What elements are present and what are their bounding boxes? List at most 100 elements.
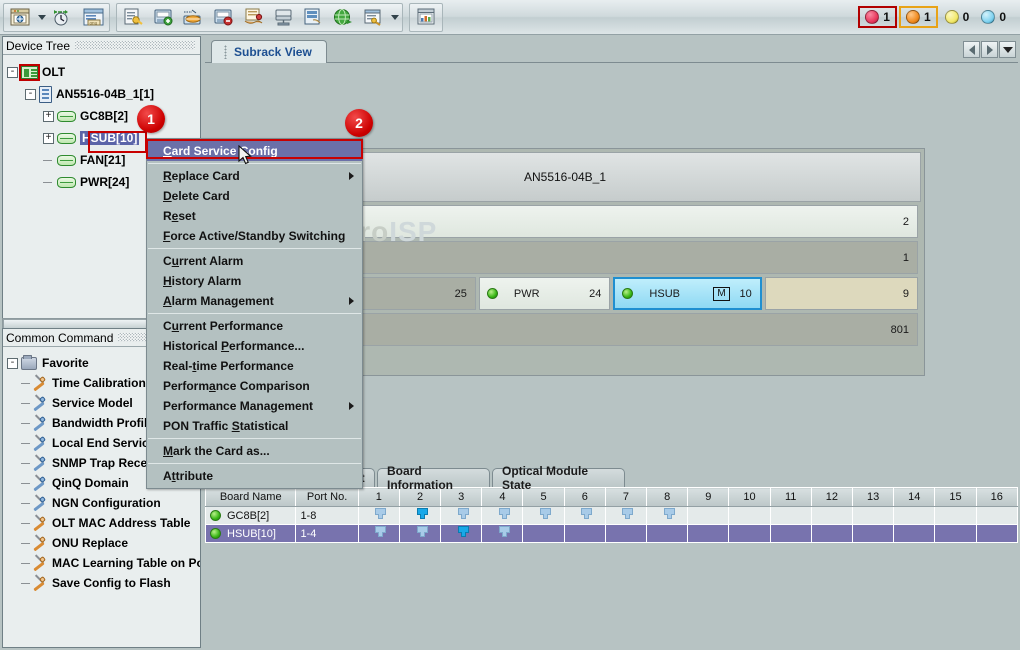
- port-table-header-12[interactable]: 12: [811, 488, 852, 507]
- critical-alarm-indicator[interactable]: 1: [858, 6, 897, 28]
- port-cell-3[interactable]: [441, 525, 482, 543]
- tree-line-spacer: [21, 443, 30, 444]
- port-table-header-9[interactable]: 9: [688, 488, 729, 507]
- port-table-header-13[interactable]: 13: [852, 488, 893, 507]
- context-menu-item-mark-the-card-as[interactable]: Mark the Card as...: [147, 441, 362, 461]
- subrack-slot-empty-9[interactable]: 9: [765, 277, 918, 310]
- context-menu-item-attribute[interactable]: Attribute: [147, 466, 362, 486]
- tab-list-button[interactable]: [999, 41, 1016, 58]
- subrack-slot-hsub[interactable]: HSUBM10: [613, 277, 761, 310]
- collapse-toggle-icon[interactable]: -: [25, 89, 36, 100]
- port-cell-8[interactable]: [647, 507, 688, 525]
- common-command-item-save-config-to-flash[interactable]: Save Config to Flash: [7, 573, 200, 593]
- context-menu-item-current-performance[interactable]: Current Performance: [147, 316, 362, 336]
- common-command-item-olt-mac-address-table[interactable]: OLT MAC Address Table: [7, 513, 200, 533]
- minor-alarm-indicator[interactable]: 0: [940, 8, 975, 26]
- port-table-header-port-no[interactable]: Port No.: [296, 488, 358, 507]
- network-discovery-icon[interactable]: [179, 4, 207, 30]
- context-menu-item-pon-traffic-statistical[interactable]: PON Traffic Statistical: [147, 416, 362, 436]
- port-connector-icon[interactable]: [457, 526, 470, 538]
- port-connector-icon[interactable]: [539, 508, 552, 520]
- port-connector-icon[interactable]: [580, 508, 593, 520]
- port-table-header-board-name[interactable]: Board Name: [206, 488, 296, 507]
- collapse-toggle-icon[interactable]: -: [7, 358, 18, 369]
- port-cell-1[interactable]: [358, 525, 399, 543]
- major-alarm-indicator[interactable]: 1: [899, 6, 938, 28]
- context-menu-item-real-time-performance[interactable]: Real-time Performance: [147, 356, 362, 376]
- collapse-toggle-icon[interactable]: -: [7, 67, 18, 78]
- port-cell-5[interactable]: [523, 507, 564, 525]
- port-table-header-11[interactable]: 11: [770, 488, 811, 507]
- port-cell-6[interactable]: [564, 507, 605, 525]
- common-command-item-mac-learning-table-on-port[interactable]: MAC Learning Table on Port: [7, 553, 200, 573]
- context-menu-item-card-service-config[interactable]: Card Service Config: [147, 141, 362, 161]
- port-connector-icon[interactable]: [416, 526, 429, 538]
- port-cell-4[interactable]: [482, 525, 523, 543]
- port-connector-icon[interactable]: [498, 526, 511, 538]
- port-connector-icon[interactable]: [621, 508, 634, 520]
- warning-alarm-indicator[interactable]: 0: [976, 8, 1011, 26]
- globe-network-icon[interactable]: [329, 4, 357, 30]
- context-menu-item-performance-comparison[interactable]: Performance Comparison: [147, 376, 362, 396]
- subrack-slot-pwr[interactable]: PWR24: [479, 277, 611, 310]
- context-menu-item-historical-performance[interactable]: Historical Performance...: [147, 336, 362, 356]
- context-menu-item-force-active-standby-switching[interactable]: Force Active/Standby Switching: [147, 226, 362, 246]
- port-table-header-15[interactable]: 15: [935, 488, 976, 507]
- remove-device-icon[interactable]: [209, 4, 237, 30]
- context-menu-item-performance-management[interactable]: Performance Management: [147, 396, 362, 416]
- expand-toggle-icon[interactable]: +: [43, 133, 54, 144]
- port-cell-2[interactable]: [399, 507, 440, 525]
- port-connector-icon[interactable]: [416, 508, 429, 520]
- port-table-header-8[interactable]: 8: [647, 488, 688, 507]
- bottom-tab-optical-module-state[interactable]: Optical Module State: [492, 468, 625, 487]
- port-cell-3[interactable]: [441, 507, 482, 525]
- device-tree-node-gc8b-2[interactable]: +GC8B[2]: [7, 105, 200, 127]
- device-tree-node-olt[interactable]: -OLT: [7, 61, 200, 83]
- port-connector-icon[interactable]: [663, 508, 676, 520]
- expand-toggle-icon[interactable]: +: [43, 111, 54, 122]
- context-menu-item-reset[interactable]: Reset: [147, 206, 362, 226]
- report-window-icon[interactable]: [412, 4, 440, 30]
- port-connector-icon[interactable]: [374, 508, 387, 520]
- port-table-body: GC8B[2]1-8HSUB[10]1-4: [206, 507, 1018, 543]
- context-menu-item-replace-card[interactable]: Replace Card: [147, 166, 362, 186]
- context-menu-item-alarm-management[interactable]: Alarm Management: [147, 291, 362, 311]
- config-key-icon[interactable]: [119, 4, 147, 30]
- tab-next-button[interactable]: [981, 41, 998, 58]
- context-menu-item-delete-card[interactable]: Delete Card: [147, 186, 362, 206]
- port-connector-icon[interactable]: [374, 526, 387, 538]
- context-menu-item-current-alarm[interactable]: Current Alarm: [147, 251, 362, 271]
- card-context-menu[interactable]: Card Service Config Replace CardDelete Ca…: [146, 138, 363, 489]
- context-menu-item-label: Attribute: [163, 469, 213, 483]
- add-device-icon[interactable]: [149, 4, 177, 30]
- port-table-row[interactable]: GC8B[2]1-8: [206, 507, 1018, 525]
- log-query-dropdown-arrow[interactable]: [388, 4, 401, 30]
- port-table-header-14[interactable]: 14: [894, 488, 935, 507]
- bottom-tab-board-information[interactable]: Board Information: [377, 468, 490, 487]
- port-cell-7[interactable]: [605, 507, 646, 525]
- device-tree-node-an5516-04b-1-1[interactable]: -AN5516-04B_1[1]: [7, 83, 200, 105]
- port-table-row[interactable]: HSUB[10]1-4: [206, 525, 1018, 543]
- port-connector-icon[interactable]: [498, 508, 511, 520]
- port-table-header-16[interactable]: 16: [976, 488, 1017, 507]
- toolbar-group-3: [409, 3, 443, 32]
- tab-subrack-view[interactable]: Subrack View: [211, 40, 327, 63]
- log-query-icon[interactable]: [359, 4, 387, 30]
- topology-window-icon[interactable]: [6, 4, 34, 30]
- port-cell-1[interactable]: [358, 507, 399, 525]
- scheduled-task-clock-icon[interactable]: [49, 4, 77, 30]
- upload-config-icon[interactable]: [239, 4, 267, 30]
- onu-list-icon[interactable]: onu: [79, 4, 107, 30]
- port-connector-icon[interactable]: [457, 508, 470, 520]
- tab-prev-button[interactable]: [963, 41, 980, 58]
- port-cell-4[interactable]: [482, 507, 523, 525]
- port-table-header-10[interactable]: 10: [729, 488, 770, 507]
- port-cell-2[interactable]: [399, 525, 440, 543]
- server-report-icon[interactable]: [299, 4, 327, 30]
- topology-dropdown-arrow[interactable]: [35, 4, 48, 30]
- subrack-slot-number: 25: [455, 288, 467, 300]
- common-command-item-ngn-configuration[interactable]: NGN Configuration: [7, 493, 200, 513]
- common-command-item-onu-replace[interactable]: ONU Replace: [7, 533, 200, 553]
- device-rack-icon[interactable]: [269, 4, 297, 30]
- context-menu-item-history-alarm[interactable]: History Alarm: [147, 271, 362, 291]
